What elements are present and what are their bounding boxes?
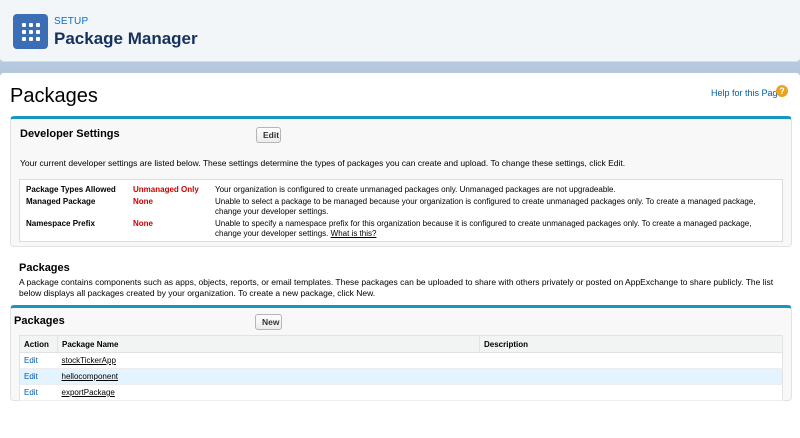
edit-link[interactable]: Edit — [19, 352, 58, 369]
developer-settings-section: Developer Settings Edit Your current dev… — [10, 116, 792, 247]
setup-label: SETUP — [54, 16, 89, 27]
package-name-link[interactable]: exportPackage — [62, 388, 115, 397]
column-header-description: Description — [479, 335, 783, 353]
table-row: Edit hellocomponent — [19, 368, 783, 385]
table-row: Edit exportPackage — [19, 384, 783, 401]
setting-label: Managed Package — [26, 197, 96, 206]
setting-value: None — [133, 197, 153, 206]
what-is-this-link[interactable]: What is this? — [331, 229, 377, 238]
package-name-cell: stockTickerApp — [57, 352, 480, 369]
packages-list-title: Packages — [14, 315, 65, 327]
packages-table: Action Package Name Description Edit sto… — [19, 335, 783, 401]
package-name-link[interactable]: stockTickerApp — [62, 356, 116, 365]
developer-settings-title: Developer Settings — [20, 128, 120, 140]
package-description-cell — [479, 368, 783, 385]
package-name-cell: exportPackage — [57, 384, 480, 401]
table-row: Edit stockTickerApp — [19, 352, 783, 369]
new-package-button[interactable]: New — [255, 314, 282, 330]
page-title: Packages — [10, 85, 98, 107]
main-content: Packages Help for this Page ? Developer … — [0, 73, 800, 438]
app-launcher-icon[interactable] — [13, 14, 48, 49]
setting-description: Unable to specify a namespace prefix for… — [215, 219, 752, 238]
help-question-icon[interactable]: ? — [776, 85, 788, 97]
developer-settings-description: Your current developer settings are list… — [20, 158, 626, 168]
page-heading: Package Manager — [54, 29, 198, 48]
column-header-action: Action — [19, 335, 58, 353]
page-header: SETUP Package Manager — [0, 0, 800, 62]
setting-description: Your organization is configured to creat… — [215, 185, 616, 194]
column-header-package-name: Package Name — [57, 335, 480, 353]
edit-link[interactable]: Edit — [19, 384, 58, 401]
setting-label: Package Types Allowed — [26, 185, 116, 194]
setting-label: Namespace Prefix — [26, 219, 95, 228]
package-name-cell: hellocomponent — [57, 368, 480, 385]
help-link[interactable]: Help for this Page — [711, 88, 783, 98]
setting-value: None — [133, 219, 153, 228]
settings-table: Package Types Allowed Unmanaged Only You… — [19, 179, 783, 242]
package-description-cell — [479, 384, 783, 401]
edit-developer-settings-button[interactable]: Edit — [256, 127, 281, 143]
package-description-cell — [479, 352, 783, 369]
edit-link[interactable]: Edit — [19, 368, 58, 385]
packages-heading: Packages — [19, 262, 70, 274]
packages-description: A package contains components such as ap… — [19, 277, 774, 298]
packages-list-section: Packages New Action Package Name Descrip… — [10, 305, 792, 401]
setting-description: Unable to select a package to be managed… — [215, 197, 756, 216]
package-name-link[interactable]: hellocomponent — [62, 372, 118, 381]
setting-value: Unmanaged Only — [133, 185, 199, 194]
